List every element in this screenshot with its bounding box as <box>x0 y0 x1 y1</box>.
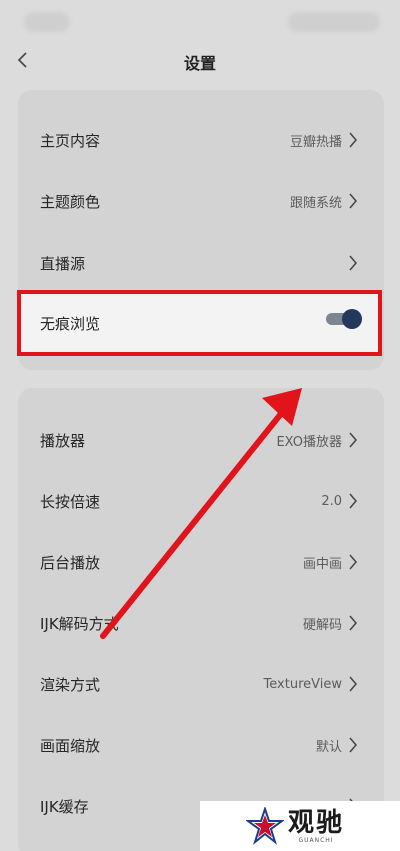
page-title: 设置 <box>183 54 216 73</box>
status-bar-time <box>24 12 70 32</box>
status-bar <box>0 0 400 44</box>
settings-screen: 设置 主页内容 豆瓣热播 主题颜色 跟随系统 直播源 无痕浏览 播放器 EXO播… <box>0 0 400 851</box>
setting-value: 硬解码 <box>302 617 342 633</box>
setting-value: 豆瓣热播 <box>289 134 342 150</box>
setting-label: 直播源 <box>40 254 86 273</box>
setting-label: 无痕浏览 <box>40 314 101 333</box>
chevron-right-icon <box>346 253 360 273</box>
setting-row-incognito[interactable]: 无痕浏览 <box>40 297 360 349</box>
setting-label: IJK缓存 <box>40 797 89 816</box>
watermark-logo: 观驰 GUANCHI <box>200 801 400 851</box>
setting-label: 画面缩放 <box>40 736 101 755</box>
setting-label: 后台播放 <box>40 553 101 572</box>
setting-row-screen-scale[interactable]: 画面缩放 默认 <box>40 719 360 771</box>
setting-value: 默认 <box>315 739 342 755</box>
chevron-right-icon <box>346 552 360 572</box>
setting-value: EXO播放器 <box>276 434 342 450</box>
chevron-right-icon <box>346 613 360 633</box>
chevron-right-icon <box>346 430 360 450</box>
star-logo-icon <box>246 807 284 845</box>
setting-row-home-content[interactable]: 主页内容 豆瓣热播 <box>40 114 360 166</box>
setting-value: 跟随系统 <box>289 195 342 211</box>
header: 设置 <box>0 44 400 78</box>
chevron-right-icon <box>346 491 360 511</box>
setting-value: TextureView <box>263 676 342 692</box>
setting-value: 画中画 <box>302 556 342 572</box>
watermark-text: 观驰 <box>288 807 345 838</box>
setting-label: 主页内容 <box>40 131 101 150</box>
setting-row-long-press-speed[interactable]: 长按倍速 2.0 <box>40 475 360 527</box>
status-bar-indicators <box>288 12 380 32</box>
chevron-right-icon <box>346 191 360 211</box>
setting-value: 2.0 <box>321 493 342 509</box>
toggle-knob <box>342 309 362 329</box>
setting-label: 渲染方式 <box>40 675 101 694</box>
setting-label: 主题颜色 <box>40 192 101 211</box>
setting-row-render-mode[interactable]: 渲染方式 TextureView <box>40 658 360 710</box>
setting-row-player[interactable]: 播放器 EXO播放器 <box>40 414 360 466</box>
incognito-toggle[interactable] <box>326 308 362 330</box>
setting-label: 播放器 <box>40 431 86 450</box>
chevron-right-icon <box>346 130 360 150</box>
setting-row-theme-color[interactable]: 主题颜色 跟随系统 <box>40 175 360 227</box>
chevron-right-icon <box>346 674 360 694</box>
setting-row-live-source[interactable]: 直播源 <box>40 237 360 289</box>
setting-label: 长按倍速 <box>40 492 101 511</box>
setting-row-background-play[interactable]: 后台播放 画中画 <box>40 536 360 588</box>
setting-label: IJK解码方式 <box>40 614 119 633</box>
setting-row-ijk-decode[interactable]: IJK解码方式 硬解码 <box>40 597 360 649</box>
chevron-right-icon <box>346 735 360 755</box>
watermark-subtext: GUANCHI <box>298 836 334 844</box>
